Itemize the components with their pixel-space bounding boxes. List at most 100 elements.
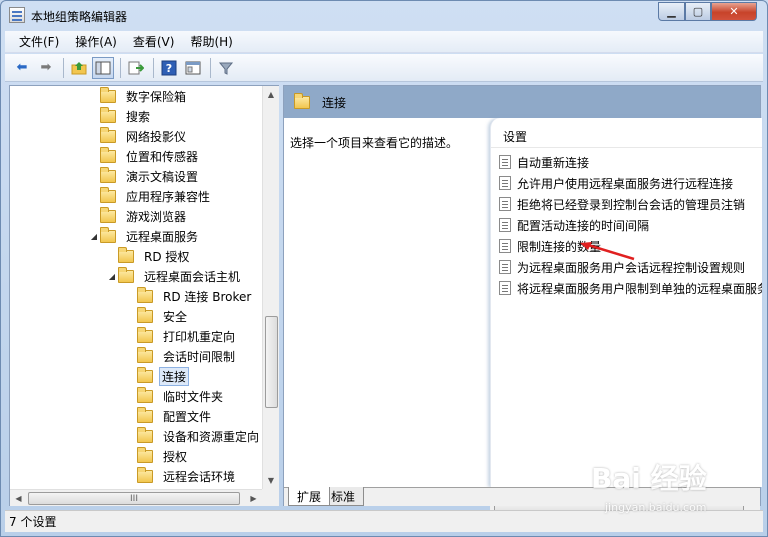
status-text: 7 个设置 <box>9 515 57 529</box>
setting-label: 将远程桌面服务用户限制到单独的远程桌面服务 <box>517 281 762 296</box>
tree-vertical-scrollbar[interactable]: ▲ ▼ <box>262 86 279 489</box>
details-header: 连接 <box>284 86 760 118</box>
tree-item-label: 远程会话环境 <box>163 469 236 484</box>
setting-row[interactable]: 允许用户使用远程桌面服务进行远程连接 <box>499 173 733 193</box>
menu-view[interactable]: 查看(V) <box>125 33 183 50</box>
folder-icon <box>137 346 153 363</box>
tree-item[interactable]: ◢ 远程桌面服务 <box>88 226 202 246</box>
tree-item[interactable]: 数字保险箱 <box>88 86 190 106</box>
column-header-settings[interactable]: 设置 <box>491 128 762 148</box>
tree-item[interactable]: 设备和资源重定向 <box>125 426 262 446</box>
expand-collapse-icon[interactable]: ◢ <box>106 272 118 281</box>
tree-item[interactable]: 远程会话环境 <box>125 466 239 486</box>
folder-icon <box>100 106 116 123</box>
scroll-down-icon[interactable]: ▼ <box>263 472 279 489</box>
expand-collapse-icon[interactable]: ◢ <box>88 232 100 241</box>
folder-icon <box>100 226 116 243</box>
maximize-button[interactable]: ▢ <box>685 2 711 21</box>
setting-row[interactable]: 自动重新连接 <box>499 152 589 172</box>
setting-row[interactable]: 将远程桌面服务用户限制到单独的远程桌面服务 <box>499 278 762 298</box>
tree-item-label: 设备和资源重定向 <box>163 429 260 444</box>
folder-icon <box>118 246 134 263</box>
folder-icon <box>100 166 116 183</box>
minimize-button[interactable]: ▁ <box>658 2 685 21</box>
setting-row[interactable]: 配置活动连接的时间间隔 <box>499 215 649 235</box>
toolbar-separator <box>210 57 211 78</box>
tree-item[interactable]: 打印机重定向 <box>125 326 239 346</box>
up-folder-icon <box>71 61 87 74</box>
tree-item[interactable]: 连接 <box>125 366 190 386</box>
folder-icon <box>137 306 153 323</box>
scroll-right-icon[interactable]: ▶ <box>245 490 262 507</box>
scrollbar-thumb[interactable] <box>265 316 278 408</box>
setting-row[interactable]: 拒绝将已经登录到控制台会话的管理员注销 <box>499 194 745 214</box>
menu-help[interactable]: 帮助(H) <box>182 33 240 50</box>
export-list-button[interactable] <box>125 57 147 79</box>
toolbar-separator <box>120 57 121 78</box>
tree-item[interactable]: RD 连接 Broker <box>125 286 255 306</box>
tree-item[interactable]: 应用程序兼容性 <box>88 186 214 206</box>
menu-action[interactable]: 操作(A) <box>67 33 125 50</box>
tree-item-label: 配置文件 <box>163 409 212 424</box>
tree-item-label: 演示文稿设置 <box>126 169 199 184</box>
tree-item-label: 会话时间限制 <box>163 349 236 364</box>
watermark-url: jingyan.baidu.com <box>605 501 707 514</box>
tree-item[interactable]: 授权 <box>125 446 191 466</box>
folder-icon <box>137 426 153 443</box>
tree-item-label: 远程桌面会话主机 <box>144 269 241 284</box>
setting-label: 配置活动连接的时间间隔 <box>517 218 650 233</box>
tree-item[interactable]: 会话时间限制 <box>125 346 239 366</box>
tree-item[interactable]: 演示文稿设置 <box>88 166 202 186</box>
forward-button[interactable]: ➡ <box>35 57 57 79</box>
close-button[interactable]: ✕ <box>711 2 757 21</box>
title-bar[interactable]: 本地组策略编辑器 ▁ ▢ ✕ <box>1 1 767 30</box>
maximize-icon: ▢ <box>692 5 704 18</box>
tree-pane: 数字保险箱 搜索网络投影仪位置和传感器 演示文稿设置应用程序兼容性 游戏浏览器 ◢ 远程桌… <box>9 85 279 506</box>
tree-item[interactable]: 搜索 <box>88 106 154 126</box>
watermark-logo: Bai 经验 <box>591 462 707 495</box>
tree-item-label: 授权 <box>163 449 188 464</box>
back-button[interactable]: ⬅ <box>11 57 33 79</box>
up-level-button[interactable] <box>68 57 90 79</box>
scrollbar-corner <box>262 489 279 506</box>
folder-icon <box>137 366 153 383</box>
folder-icon <box>137 466 153 483</box>
tree-item-label: 位置和传感器 <box>126 149 199 164</box>
folder-icon <box>100 186 116 203</box>
annotation-arrow-icon <box>580 242 635 261</box>
tree-item[interactable]: 配置文件 <box>125 406 215 426</box>
tree-item-label: RD 授权 <box>144 249 190 264</box>
tab-extended[interactable]: 扩展 <box>288 487 331 506</box>
policy-setting-icon <box>499 281 511 295</box>
toolbar-separator <box>153 57 154 78</box>
filter-button[interactable] <box>215 57 237 79</box>
tree-item-label: 打印机重定向 <box>163 329 236 344</box>
tree-item[interactable]: 安全 <box>125 306 191 326</box>
properties-button[interactable] <box>182 57 204 79</box>
tree-item-label: 远程桌面服务 <box>126 229 199 244</box>
setting-label: 拒绝将已经登录到控制台会话的管理员注销 <box>517 197 746 212</box>
scrollbar-thumb[interactable]: III <box>28 492 240 505</box>
toolbar: ⬅ ➡ ? <box>5 54 763 82</box>
tree-item[interactable]: 临时文件夹 <box>125 386 227 406</box>
policy-setting-icon <box>499 176 511 190</box>
filter-icon <box>218 62 234 75</box>
help-button[interactable]: ? <box>158 57 180 79</box>
settings-list: 设置 自动重新连接 允许用户使用远程桌面服务进行远程连接拒绝将已经登录到控制台会话… <box>490 118 762 487</box>
tree-item[interactable]: 位置和传感器 <box>88 146 202 166</box>
scroll-left-icon[interactable]: ◀ <box>10 490 27 507</box>
back-arrow-icon: ⬅ <box>16 60 28 75</box>
tree-item[interactable]: 网络投影仪 <box>88 126 190 146</box>
tree-item[interactable]: 游戏浏览器 <box>88 206 190 226</box>
menu-file[interactable]: 文件(F) <box>11 33 67 50</box>
tree-item-label: 安全 <box>163 309 188 324</box>
scroll-up-icon[interactable]: ▲ <box>263 86 279 103</box>
show-hide-tree-button[interactable] <box>92 56 114 79</box>
minimize-icon: ▁ <box>667 5 676 18</box>
tree-horizontal-scrollbar[interactable]: ◀ III ▶ <box>10 489 262 506</box>
tree-item[interactable]: ◢ 远程桌面会话主机 <box>106 266 244 286</box>
tree-item-label: 网络投影仪 <box>126 129 187 144</box>
folder-icon <box>100 146 116 163</box>
export-list-icon <box>128 61 144 74</box>
tree-item[interactable]: RD 授权 <box>106 246 193 266</box>
